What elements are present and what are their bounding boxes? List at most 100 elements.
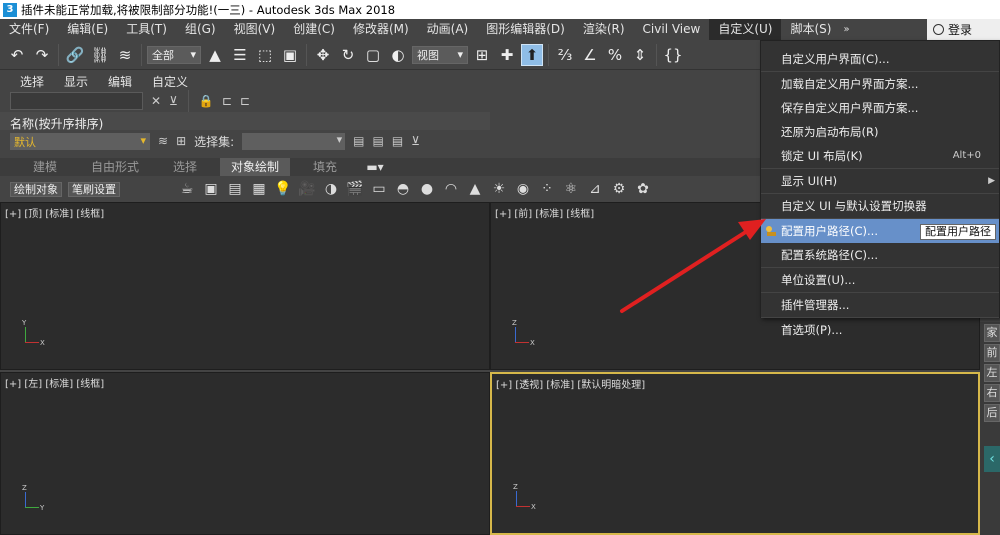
- menu-scripting[interactable]: 脚本(S): [781, 19, 840, 40]
- reference-coordinate-dropdown[interactable]: 视图 ▾: [412, 45, 468, 64]
- skydome-icon[interactable]: ◠: [442, 180, 460, 198]
- hierarchy-icon[interactable]: ⊏: [222, 94, 232, 108]
- tab-selection[interactable]: 选择: [150, 158, 220, 176]
- window-crossing-icon[interactable]: ▣: [279, 44, 301, 66]
- keyboard-shortcut-override-icon[interactable]: ⬆: [521, 43, 543, 66]
- camera-icon[interactable]: 🎥: [298, 180, 316, 198]
- teapot-icon[interactable]: ☕: [178, 180, 196, 198]
- menu-group[interactable]: 组(G): [176, 19, 225, 40]
- tab-freeform[interactable]: 自由形式: [80, 158, 150, 176]
- menu-modifiers[interactable]: 修改器(M): [344, 19, 418, 40]
- place-icon[interactable]: ◐: [387, 44, 409, 66]
- render-production-icon[interactable]: 🎬: [346, 180, 364, 198]
- menu-create[interactable]: 创建(C): [284, 19, 344, 40]
- bind-space-warp-icon[interactable]: ≋: [114, 44, 136, 66]
- render-icon[interactable]: ◑: [322, 180, 340, 198]
- paint-objects-button[interactable]: 绘制对象: [10, 181, 62, 197]
- rectangular-selection-icon[interactable]: ⬚: [254, 44, 276, 66]
- hierarchy-view-icon[interactable]: ⊞: [176, 134, 186, 148]
- plant-icon[interactable]: ✿: [634, 180, 652, 198]
- login-button[interactable]: 登录: [927, 19, 1000, 40]
- explorer-menu-display[interactable]: 显示: [54, 73, 98, 90]
- edit-named-selection-icon[interactable]: {}: [662, 44, 684, 66]
- scene-icon[interactable]: ⊿: [586, 180, 604, 198]
- explorer-search-input[interactable]: [10, 92, 143, 110]
- viewcube-left-button[interactable]: 左: [984, 364, 1000, 382]
- cone-icon[interactable]: ▲: [466, 180, 484, 198]
- viewport-label[interactable]: [+] [前] [标准] [线框]: [495, 205, 594, 220]
- menu-item-ui-defaults-switcher[interactable]: 自定义 UI 与默认设置切换器: [761, 194, 999, 218]
- explorer-menu-select[interactable]: 选择: [10, 73, 54, 90]
- light-icon[interactable]: 💡: [274, 180, 292, 198]
- clear-search-icon[interactable]: ✕: [151, 94, 161, 108]
- menu-item-save-ui-scheme[interactable]: 保存自定义用户界面方案...: [761, 96, 999, 120]
- edit-selection-set-icon[interactable]: ▤: [353, 134, 364, 148]
- explorer-column-header[interactable]: 名称(按升序排序): [0, 112, 490, 131]
- brush-settings-button[interactable]: 笔刷设置: [68, 181, 120, 197]
- sun-icon[interactable]: ☀: [490, 180, 508, 198]
- menu-item-lock-ui-layout[interactable]: 锁定 UI 布局(K) Alt+0: [761, 144, 999, 168]
- sunlight-icon[interactable]: ◉: [514, 180, 532, 198]
- percent-snap-icon[interactable]: %: [604, 44, 626, 66]
- link-icon[interactable]: 🔗: [64, 44, 86, 66]
- lock-icon[interactable]: 🔒: [199, 94, 214, 108]
- select-manipulate-icon[interactable]: ✚: [496, 44, 518, 66]
- viewcube-back-button[interactable]: 后: [984, 404, 1000, 422]
- gear-icon[interactable]: ⚙: [610, 180, 628, 198]
- pivot-point-icon[interactable]: ⊞: [471, 44, 493, 66]
- select-by-name-icon[interactable]: ☰: [229, 44, 251, 66]
- explorer-menu-customize[interactable]: 自定义: [142, 73, 198, 90]
- menu-tools[interactable]: 工具(T): [117, 19, 176, 40]
- collapse-panel-icon[interactable]: ‹: [984, 446, 1000, 472]
- tab-modeling[interactable]: 建模: [10, 158, 80, 176]
- tab-populate[interactable]: 填充: [290, 158, 360, 176]
- viewport-left[interactable]: [+] [左] [标准] [线框] ZY: [0, 372, 490, 535]
- select-object-icon[interactable]: ▲: [204, 44, 226, 66]
- viewcube-right-button[interactable]: 右: [984, 384, 1000, 402]
- plane-icon[interactable]: ▭: [370, 180, 388, 198]
- hemisphere-icon[interactable]: ◓: [394, 180, 412, 198]
- selection-filter-dropdown[interactable]: 全部 ▾: [147, 45, 201, 64]
- tab-object-paint[interactable]: 对象绘制: [220, 158, 290, 176]
- menu-item-units-setup[interactable]: 单位设置(U)...: [761, 268, 999, 292]
- rotate-icon[interactable]: ↻: [337, 44, 359, 66]
- render-setup-icon[interactable]: ▤: [226, 180, 244, 198]
- hierarchy-expand-icon[interactable]: ⊏: [240, 94, 250, 108]
- viewport-label[interactable]: [+] [左] [标准] [线框]: [5, 375, 104, 390]
- menu-item-plugin-manager[interactable]: 插件管理器...: [761, 293, 999, 317]
- molecule-icon[interactable]: ⚛: [562, 180, 580, 198]
- angle-snap-icon[interactable]: ∠: [579, 44, 601, 66]
- material-editor-icon[interactable]: ▣: [202, 180, 220, 198]
- particles-icon[interactable]: ⁘: [538, 180, 556, 198]
- unlink-icon[interactable]: ⛓: [89, 44, 111, 66]
- filter-icon[interactable]: ⊻: [169, 94, 178, 108]
- menu-rendering[interactable]: 渲染(R): [574, 19, 634, 40]
- redo-icon[interactable]: ↷: [31, 44, 53, 66]
- menu-views[interactable]: 视图(V): [225, 19, 285, 40]
- sphere-icon[interactable]: ●: [418, 180, 436, 198]
- menu-overflow-button[interactable]: »: [843, 24, 857, 35]
- selection-set-dropdown[interactable]: ▾: [242, 132, 346, 150]
- layer-dropdown[interactable]: 默认 ▾: [10, 132, 150, 150]
- explorer-menu-edit[interactable]: 编辑: [98, 73, 142, 90]
- ribbon-options-button[interactable]: ▬▾: [360, 158, 390, 176]
- menu-animation[interactable]: 动画(A): [418, 19, 478, 40]
- menu-item-revert-startup-layout[interactable]: 还原为启动布局(R): [761, 120, 999, 144]
- viewport-perspective[interactable]: [+] [透视] [标准] [默认明暗处理] ZX: [490, 372, 980, 535]
- scale-icon[interactable]: ▢: [362, 44, 384, 66]
- menu-graph-editors[interactable]: 图形编辑器(D): [477, 19, 574, 40]
- rendered-frame-icon[interactable]: ▦: [250, 180, 268, 198]
- menu-customize[interactable]: 自定义(U): [709, 19, 782, 40]
- viewport-top[interactable]: [+] [顶] [标准] [线框] YX: [0, 202, 490, 370]
- menu-edit[interactable]: 编辑(E): [58, 19, 117, 40]
- menu-item-load-ui-scheme[interactable]: 加载自定义用户界面方案...: [761, 72, 999, 96]
- viewport-label[interactable]: [+] [顶] [标准] [线框]: [5, 205, 104, 220]
- menu-file[interactable]: 文件(F): [0, 19, 58, 40]
- filter-icon[interactable]: ⊻: [411, 134, 420, 148]
- remove-selection-set-icon[interactable]: ▤: [392, 134, 403, 148]
- menu-item-show-ui[interactable]: 显示 UI(H) ▶: [761, 169, 999, 193]
- layers-icon[interactable]: ≋: [158, 134, 168, 148]
- viewcube-front-button[interactable]: 前: [984, 344, 1000, 362]
- menu-civil-view[interactable]: Civil View: [634, 19, 710, 40]
- menu-item-customize-ui[interactable]: 自定义用户界面(C)...: [761, 47, 999, 71]
